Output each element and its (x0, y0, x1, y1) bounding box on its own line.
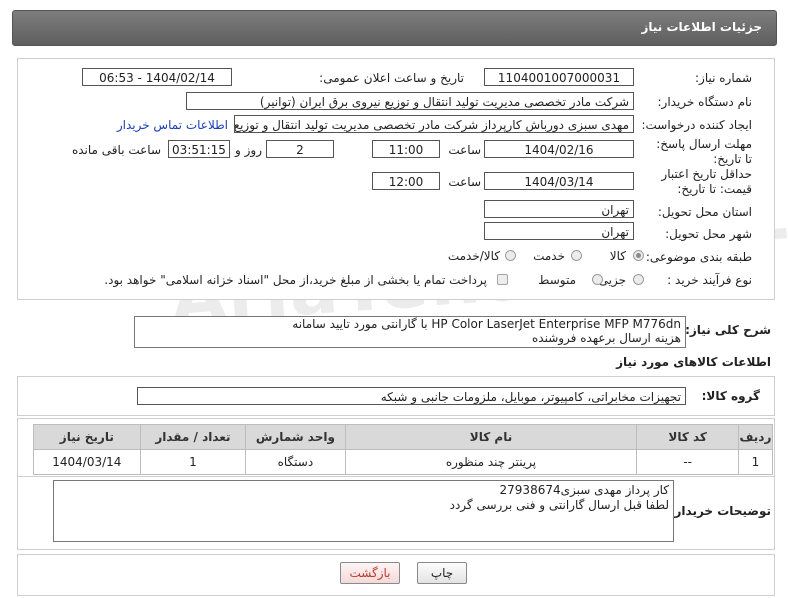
price-validity-time: 12:00 (372, 172, 440, 190)
price-validity-date: 1404/03/14 (484, 172, 634, 190)
page-header: جزئیات اطلاعات نیاز (12, 10, 777, 46)
delivery-city-label: شهر محل تحویل: (665, 227, 752, 241)
cell-unit: دستگاه (245, 449, 346, 475)
page-title: جزئیات اطلاعات نیاز (641, 20, 762, 34)
announce-datetime-label: تاریخ و ساعت اعلان عمومی: (319, 71, 464, 85)
buyer-notes-label: توضیحات خریدار: (669, 504, 771, 518)
remaining-time-label: ساعت باقی مانده (71, 143, 161, 157)
buyer-org-field: شرکت مادر تخصصی مدیریت تولید انتقال و تو… (186, 92, 634, 110)
need-number-field: 1104001007000031 (484, 68, 634, 86)
goods-info-title: اطلاعات کالاهای مورد نیاز (616, 355, 771, 369)
process-type-label: نوع فرآیند خرید : (667, 273, 752, 287)
delivery-province-field: تهران (484, 200, 634, 218)
buyer-notes-line-2: لطفا قبل ارسال گارانتی و فنی بررسی گردد (449, 498, 669, 512)
description-textarea[interactable]: HP Color LaserJet Enterprise MFP M776dn … (134, 316, 686, 348)
process-medium-label: متوسط (538, 273, 576, 287)
category-service-label: خدمت (533, 249, 565, 263)
cell-need-date: 1404/03/14 (33, 449, 141, 475)
delivery-city-field: تهران (484, 222, 634, 240)
buyer-contact-link[interactable]: اطلاعات تماس خریدار (117, 118, 228, 132)
process-radio-medium[interactable] (592, 274, 603, 285)
description-label: شرح کلی نیاز: (685, 323, 771, 337)
table-header-row: ردیف کد کالا نام کالا واحد شمارش تعداد /… (33, 424, 774, 450)
category-goods-service-label: کالا/خدمت (447, 249, 500, 263)
reply-days-field: 2 (266, 140, 334, 158)
goods-group-field: تجهیزات مخابراتی، کامپیوتر، موبایل، ملزو… (137, 387, 686, 405)
col-quantity: تعداد / مقدار (139, 424, 247, 450)
buyer-org-label: نام دستگاه خریدار: (657, 95, 753, 109)
cell-item-name: پرینتر چند منظوره (344, 449, 638, 475)
requester-field: مهدی سبزی دورباش کارپرداز شرکت مادر تخصص… (234, 115, 634, 133)
description-line-2: هزینه ارسال برعهده فروشنده (532, 331, 681, 345)
col-unit: واحد شمارش (245, 424, 346, 450)
price-validity-label: حداقل تاریخ اعتبار قیمت: تا تاریخ: (661, 167, 752, 196)
col-item-code: کد کالا (636, 424, 739, 450)
items-table: ردیف کد کالا نام کالا واحد شمارش تعداد /… (33, 424, 774, 475)
reply-deadline-time: 11:00 (372, 140, 440, 158)
reply-time-label: ساعت (448, 143, 481, 157)
treasury-note: پرداخت تمام یا بخشی از مبلغ خرید،از محل … (104, 273, 487, 287)
category-label: طبقه بندی موضوعی: (645, 250, 752, 264)
requester-label: ایجاد کننده درخواست: (641, 118, 752, 132)
goods-group-label: گروه کالا: (701, 389, 760, 403)
reply-deadline-label: مهلت ارسال پاسخ: تا تاریخ: (656, 137, 752, 166)
print-button[interactable]: چاپ (417, 562, 467, 584)
delivery-province-label: استان محل تحویل: (657, 205, 752, 219)
cell-item-code: -- (636, 449, 739, 475)
reply-deadline-date: 1404/02/16 (484, 140, 634, 158)
category-radio-goods[interactable] (633, 250, 644, 261)
col-need-date: تاریخ نیاز (33, 424, 141, 450)
need-number-label: شماره نیاز: (695, 71, 752, 85)
treasury-checkbox[interactable] (497, 274, 508, 285)
category-radio-goods-service[interactable] (505, 250, 516, 261)
back-button[interactable]: بازگشت (340, 562, 400, 584)
price-time-label: ساعت (448, 175, 481, 189)
buyer-notes-textarea[interactable]: کار پرداز مهدی سبزی27938674 لطفا قبل ارس… (53, 480, 674, 542)
col-item-name: نام کالا (344, 424, 638, 450)
cell-row-number: 1 (737, 449, 774, 475)
announce-datetime-field: 1404/02/14 - 06:53 (82, 68, 232, 86)
remaining-time-field: 03:51:15 (168, 140, 230, 158)
description-line-1: HP Color LaserJet Enterprise MFP M776dn … (292, 317, 681, 331)
category-goods-label: کالا (609, 249, 626, 263)
process-radio-minor[interactable] (633, 274, 644, 285)
reply-days-label: روز و (235, 143, 262, 157)
buyer-notes-line-1: کار پرداز مهدی سبزی27938674 (499, 483, 669, 497)
category-radio-service[interactable] (571, 250, 582, 261)
col-row-number: ردیف (737, 424, 774, 450)
table-row[interactable]: 1 -- پرینتر چند منظوره دستگاه 1 1404/03/… (33, 449, 774, 475)
cell-quantity: 1 (139, 449, 247, 475)
